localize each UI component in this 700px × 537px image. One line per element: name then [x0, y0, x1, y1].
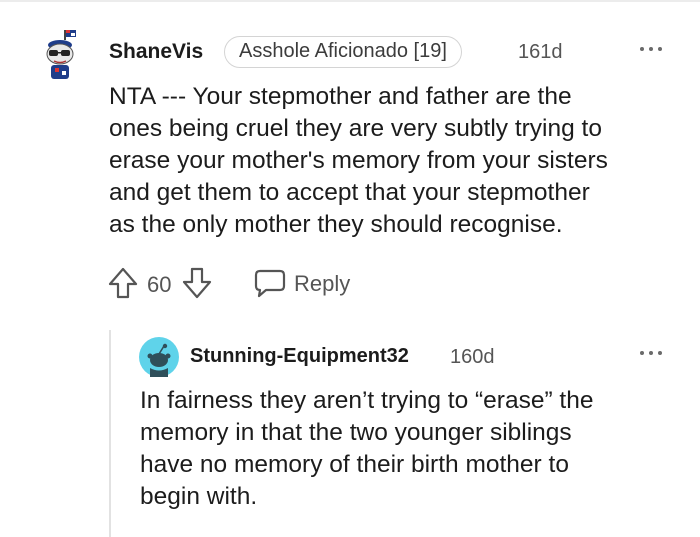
reply-body-line: memory in that the two younger siblings	[140, 419, 572, 446]
more-options-icon[interactable]	[640, 349, 668, 357]
comment-body-line: NTA --- Your stepmother and father are t…	[109, 83, 572, 110]
comment-body-line: erase your mother's memory from your sis…	[109, 147, 608, 174]
reply-body-line: begin with.	[140, 483, 258, 510]
reply-body-line: have no memory of their birth mother to	[140, 451, 569, 478]
reply-button[interactable]: Reply	[254, 266, 364, 300]
comment-age: 161d	[518, 41, 563, 63]
reply-username[interactable]: Stunning-Equipment32	[190, 345, 409, 368]
more-options-icon[interactable]	[640, 45, 668, 53]
thread-line[interactable]	[109, 330, 111, 537]
comment-body-line: and get them to accept that your stepmot…	[109, 179, 590, 206]
snoo-avatar-icon[interactable]	[40, 30, 80, 82]
chat-bubble-icon	[254, 269, 286, 298]
comment-body: NTA --- Your stepmother and father are t…	[109, 81, 679, 241]
comment-body-line: as the only mother they should recognise…	[109, 211, 563, 238]
comment-body-line: ones being cruel they are very subtly tr…	[109, 115, 602, 142]
user-flair-badge: Asshole Aficionado [19]	[224, 36, 462, 68]
downvote-arrow-icon[interactable]	[181, 266, 213, 300]
comment-actions: 60 Reply	[107, 266, 367, 300]
snoo-avatar-icon[interactable]	[139, 337, 179, 377]
upvote-arrow-icon[interactable]	[107, 266, 139, 300]
reply-age: 160d	[450, 346, 495, 368]
vote-score: 60	[147, 272, 172, 297]
comment-username[interactable]: ShaneVis	[109, 40, 203, 64]
reply-body: In fairness they aren’t trying to “erase…	[140, 385, 680, 513]
top-divider	[0, 0, 700, 2]
reply-body-line: In fairness they aren’t trying to “erase…	[140, 387, 594, 414]
reply-label: Reply	[294, 271, 351, 296]
